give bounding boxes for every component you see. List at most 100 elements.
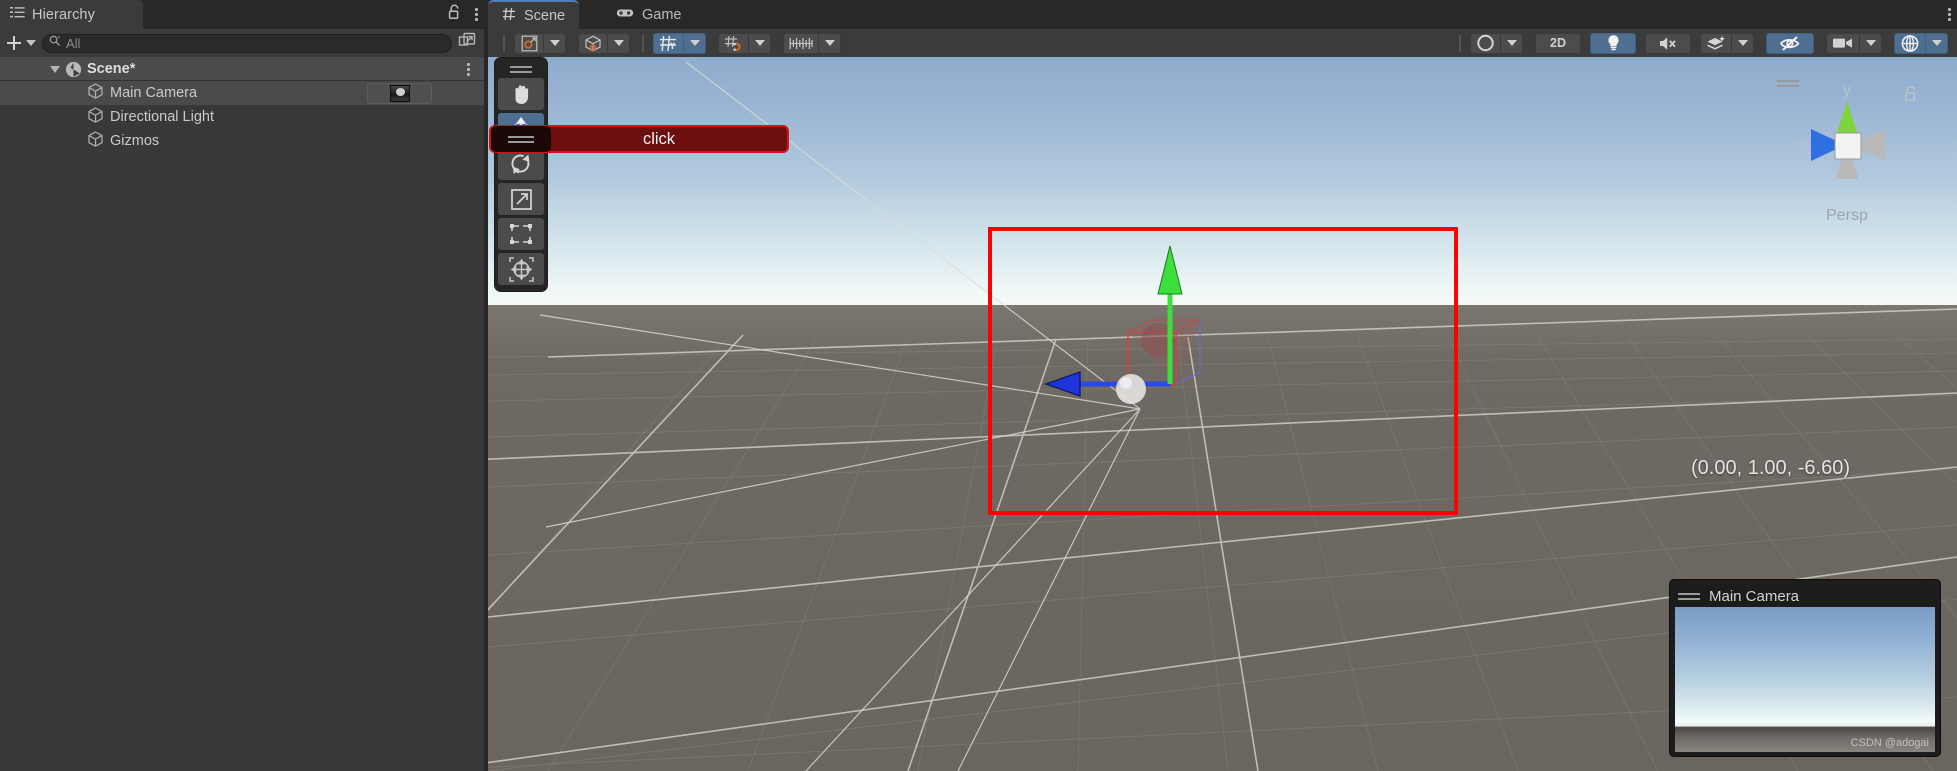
hand-icon: [515, 84, 529, 104]
kebab-menu-icon[interactable]: [467, 61, 470, 78]
hierarchy-tab-label: Hierarchy: [32, 6, 95, 23]
scene-audio-button[interactable]: [1645, 32, 1691, 54]
scale-tool[interactable]: [498, 183, 544, 215]
hierarchy-item-label: Main Camera: [110, 85, 198, 101]
shading-mode-button[interactable]: [1470, 32, 1501, 54]
tab-scene[interactable]: Scene: [488, 0, 580, 29]
view-2d-label: 2D: [1550, 36, 1566, 50]
open-external-icon[interactable]: [458, 32, 476, 55]
kebab-menu-icon[interactable]: [1948, 6, 1951, 23]
camera-preview-badge[interactable]: [367, 83, 432, 104]
grid-hash-icon: [502, 7, 516, 25]
scale-icon: [510, 188, 532, 210]
gameobject-cube-icon: [88, 83, 103, 103]
camera-preview-header: Main Camera: [1675, 585, 1935, 607]
projection-mode-label[interactable]: Persp: [1767, 207, 1927, 225]
view-2d-button[interactable]: 2D: [1535, 32, 1581, 54]
camera-preview-window: Main Camera CSDN @adogai: [1669, 579, 1941, 757]
toolbar-separator: [642, 34, 644, 52]
drag-handle-icon[interactable]: [1678, 590, 1700, 603]
unity-scene-icon: [65, 61, 82, 77]
camera-thumbnail: [389, 85, 410, 102]
chevron-down-icon: [549, 40, 560, 46]
rect-transform-icon: [510, 224, 532, 244]
hierarchy-item-directional-light[interactable]: Directional Light: [0, 105, 484, 129]
unity-editor-window: Hierarchy All Scene* Main Camera Directi…: [0, 0, 1957, 771]
search-input[interactable]: All: [42, 33, 452, 53]
axis-label-z: z: [1799, 138, 1807, 155]
pivot-mode-button[interactable]: [578, 32, 608, 54]
gizmos-globe-icon: [1901, 34, 1919, 52]
select-tool-icon: [521, 35, 537, 51]
transform-tool[interactable]: [498, 253, 544, 285]
grid-visibility-dropdown[interactable]: [684, 32, 706, 54]
increment-snap-dropdown[interactable]: [819, 32, 841, 54]
hand-tool[interactable]: [498, 78, 544, 110]
grid-snapping-dropdown[interactable]: [749, 32, 771, 54]
scene-view-panel: Scene Game 2D (0.00, 1.00, -6.60) click …: [488, 0, 1957, 771]
grid-snapping-button[interactable]: [718, 32, 749, 54]
watermark-label: CSDN @adogai: [1850, 737, 1929, 749]
shading-mode-dropdown[interactable]: [1501, 32, 1523, 54]
scene-camera-button[interactable]: [1826, 32, 1860, 54]
scene-lighting-button[interactable]: [1590, 32, 1636, 54]
hierarchy-toolbar: All: [0, 29, 484, 57]
chevron-down-icon: [26, 40, 36, 46]
kebab-menu-icon[interactable]: [475, 6, 478, 23]
hierarchy-tree: Scene* Main Camera Directional Light Giz…: [0, 57, 484, 771]
ruler-icon: [789, 37, 813, 49]
gameobject-cube-icon: [88, 131, 103, 151]
annotation-handle[interactable]: [491, 126, 551, 152]
rect-tool[interactable]: [498, 218, 544, 250]
axis-gizmo-icon[interactable]: y z: [1767, 69, 1927, 219]
tab-hierarchy[interactable]: Hierarchy: [0, 0, 143, 29]
scene-orientation-gizmo[interactable]: y z Persp: [1767, 69, 1927, 229]
click-annotation-label: click: [642, 129, 676, 148]
axis-label-y: y: [1843, 82, 1851, 99]
transform-gizmo[interactable]: [1018, 232, 1318, 482]
grid-magnet-icon: [725, 35, 741, 51]
cube-pivot-icon: [585, 35, 601, 51]
hierarchy-item-main-camera[interactable]: Main Camera: [0, 81, 484, 105]
drag-handle-icon[interactable]: [498, 61, 544, 78]
pivot-mode-dropdown[interactable]: [608, 32, 630, 54]
scene-tabbar-controls: [1948, 0, 1951, 29]
chevron-down-icon: [1506, 40, 1517, 46]
chevron-down-icon[interactable]: [50, 66, 60, 73]
scene-viewport[interactable]: (0.00, 1.00, -6.60) click y z Persp Main…: [488, 57, 1957, 771]
chevron-down-icon: [613, 40, 624, 46]
grid-visibility-button[interactable]: [653, 32, 684, 54]
object-position-label: (0.00, 1.00, -6.60): [1691, 457, 1850, 479]
camera-preview-render: CSDN @adogai: [1675, 607, 1935, 752]
scene-toolbar: 2D: [488, 29, 1957, 57]
draw-mode-button[interactable]: [514, 32, 544, 54]
hidden-objects-button[interactable]: [1766, 32, 1814, 54]
gizmos-toggle-dropdown[interactable]: [1926, 32, 1948, 54]
chevron-down-icon: [689, 40, 700, 46]
scene-camera-dropdown[interactable]: [1860, 32, 1882, 54]
scene-fx-button[interactable]: [1700, 32, 1732, 54]
lock-open-icon[interactable]: [448, 4, 462, 25]
scene-fx-dropdown[interactable]: [1732, 32, 1754, 54]
increment-snap-button[interactable]: [783, 32, 819, 54]
plus-icon: [7, 36, 21, 50]
rotate-icon: [511, 154, 530, 174]
chevron-down-icon: [1865, 40, 1876, 46]
transform-icon: [508, 256, 534, 282]
toolbar-separator: [503, 34, 505, 52]
chevron-down-icon: [824, 40, 835, 46]
create-object-button[interactable]: [6, 35, 36, 51]
hierarchy-tabbar-controls: [448, 0, 478, 29]
hierarchy-tabbar: Hierarchy: [0, 0, 484, 29]
toolbar-separator: [1459, 34, 1461, 52]
gizmos-toggle-button[interactable]: [1894, 32, 1926, 54]
tab-game[interactable]: Game: [602, 0, 696, 29]
drag-handle-icon[interactable]: [1777, 77, 1799, 90]
hierarchy-item-gizmos[interactable]: Gizmos: [0, 129, 484, 153]
hierarchy-scene-row[interactable]: Scene*: [0, 57, 484, 81]
draw-mode-dropdown[interactable]: [544, 32, 566, 54]
lock-open-icon[interactable]: [1904, 85, 1919, 108]
gameobject-cube-icon: [88, 107, 103, 127]
list-icon: [10, 6, 25, 24]
hierarchy-panel: Hierarchy All Scene* Main Camera Directi…: [0, 0, 484, 771]
